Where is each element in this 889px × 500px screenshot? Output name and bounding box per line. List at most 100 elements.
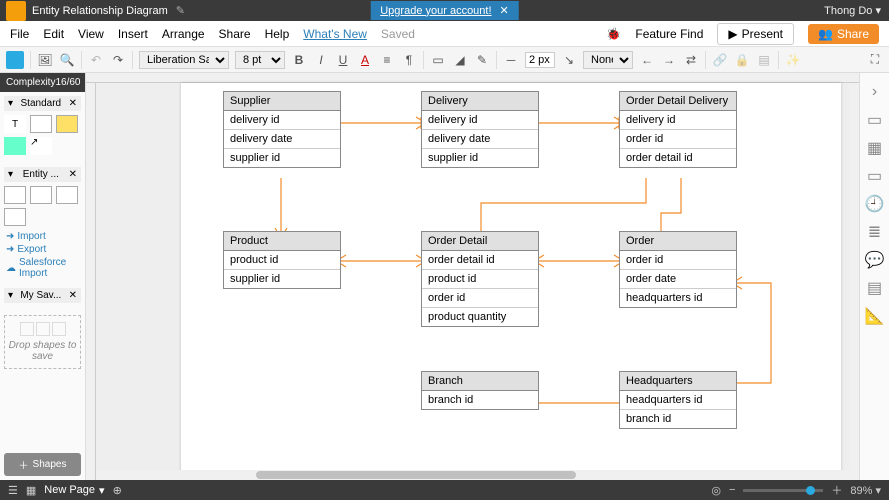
layers-icon[interactable]: ▤ [756,52,772,68]
shape-note[interactable] [30,115,52,133]
upgrade-link[interactable]: Upgrade your account! [380,5,491,17]
close-icon[interactable]: ✕ [69,98,77,109]
entity-order-detail-delivery[interactable]: Order Detail Delivery delivery id order … [619,91,737,168]
scrollbar-vertical[interactable] [849,83,859,470]
line-route-icon[interactable]: ↘ [561,52,577,68]
fill-icon[interactable]: ◢ [452,52,468,68]
menu-view[interactable]: View [78,27,104,41]
entity-product[interactable]: Product product id supplier id [223,231,341,289]
move-tool-icon[interactable] [6,51,24,69]
doc-title[interactable]: Entity Relationship Diagram [32,5,168,17]
entity-row: branch id [422,391,538,409]
export-link[interactable]: ➜ Export [4,243,81,256]
arrow-end-icon[interactable]: → [661,52,677,68]
shape-text[interactable]: T [4,115,26,133]
shapes-button[interactable]: ＋ Shapes [4,453,81,476]
image-icon[interactable]: 🖼 [37,52,53,68]
menu-help[interactable]: Help [265,27,290,41]
rename-icon[interactable]: ✎ [176,4,185,17]
line-style-select[interactable]: None [583,51,633,69]
import-link[interactable]: ➜ Import [4,230,81,243]
target-icon[interactable]: ◎ [711,484,721,497]
shape-entity-1[interactable] [4,186,26,204]
share-button[interactable]: 👥Share [808,24,879,44]
scrollbar-horizontal[interactable] [96,470,859,480]
underline-icon[interactable]: U [335,52,351,68]
highlight-icon[interactable]: ✎ [474,52,490,68]
entity-supplier[interactable]: Supplier delivery id delivery date suppl… [223,91,341,168]
shape-entity-2[interactable] [30,186,52,204]
standard-section-header[interactable]: ▾ Standard ✕ [4,96,81,111]
zoom-out-icon[interactable]: − [729,484,735,496]
menu-insert[interactable]: Insert [118,27,148,41]
presentation-icon[interactable]: ▭ [866,167,884,185]
italic-icon[interactable]: I [313,52,329,68]
shape-dropzone[interactable]: Drop shapes to save [4,315,81,369]
align-icon[interactable]: ≡ [379,52,395,68]
chevron-right-icon[interactable]: › [866,83,884,101]
zoom-slider[interactable] [743,489,823,492]
swap-icon[interactable]: ⇄ [683,52,699,68]
layers-icon[interactable]: ≣ [866,223,884,241]
salesforce-link[interactable]: ☁ Salesforce Import [4,256,81,280]
folder-icon[interactable] [6,1,26,21]
bug-icon[interactable]: 🐞 [606,27,621,41]
comment-icon[interactable]: 💬 [866,251,884,269]
grid-view-icon[interactable]: ▦ [26,484,36,497]
menu-arrange[interactable]: Arrange [162,27,205,41]
entity-delivery[interactable]: Delivery delivery id delivery date suppl… [421,91,539,168]
canvas[interactable]: Supplier delivery id delivery date suppl… [86,73,859,480]
magic-icon[interactable]: ✨ [785,52,801,68]
text-format-icon[interactable]: ¶ [401,52,417,68]
lock-icon[interactable]: 🔒 [734,52,750,68]
data-icon[interactable]: ▤ [866,279,884,297]
entity-section-header[interactable]: ▾ Entity ... ✕ [4,167,81,182]
zoom-in-icon[interactable]: ＋ [831,482,842,498]
entity-order-detail[interactable]: Order Detail order detail id product id … [421,231,539,327]
close-icon[interactable]: ✕ [69,169,77,180]
link-icon[interactable]: 🔗 [712,52,728,68]
zoom-level[interactable]: 89% ▾ [850,484,881,497]
undo-icon[interactable]: ↶ [88,52,104,68]
entity-headquarters[interactable]: Headquarters headquarters id branch id [619,371,737,429]
fullscreen-icon[interactable]: ⛶ [867,52,883,68]
line-icon[interactable]: ─ [503,52,519,68]
shape-sticky[interactable] [56,115,78,133]
bold-icon[interactable]: B [291,52,307,68]
shape-line[interactable]: ↗ [30,137,52,155]
search-icon[interactable]: 🔍 [59,52,75,68]
menu-file[interactable]: File [10,27,29,41]
font-size-select[interactable]: 8 pt [235,51,285,69]
entity-branch[interactable]: Branch branch id [421,371,539,410]
shape-block[interactable] [4,137,26,155]
user-menu[interactable]: Thong Do ▾ [824,4,881,17]
title-bar: Entity Relationship Diagram ✎ Upgrade yo… [0,0,889,21]
page-tab[interactable]: New Page ▾ [44,484,104,497]
arrow-start-icon[interactable]: ← [639,52,655,68]
present-button[interactable]: ▶Present [717,23,794,45]
page[interactable]: Supplier delivery id delivery date suppl… [181,83,841,480]
font-select[interactable]: Liberation Sans [139,51,229,69]
redo-icon[interactable]: ↷ [110,52,126,68]
saved-section-header[interactable]: ▾ My Sav... ✕ [4,288,81,303]
history-icon[interactable]: 🕘 [866,195,884,213]
shape-entity-3[interactable] [56,186,78,204]
entity-order[interactable]: Order order id order date headquarters i… [619,231,737,308]
shapes-panel: Complexity16/60 ▾ Standard ✕ T ↗ ▾ Entit… [0,73,86,480]
close-icon[interactable]: ✕ [69,290,77,301]
page-icon[interactable]: ▭ [866,111,884,129]
feature-find-link[interactable]: Feature Find [635,27,703,41]
shape-entity-4[interactable] [4,208,26,226]
entity-header: Order [620,232,736,251]
border-icon[interactable]: ▭ [430,52,446,68]
measure-icon[interactable]: 📐 [866,307,884,325]
menu-edit[interactable]: Edit [43,27,64,41]
list-view-icon[interactable]: ☰ [8,484,18,497]
whats-new-link[interactable]: What's New [303,27,367,41]
text-color-icon[interactable]: A [357,52,373,68]
line-width-input[interactable] [525,52,555,68]
close-icon[interactable]: ✕ [500,4,509,17]
add-page-icon[interactable]: ⊕ [113,484,122,497]
menu-share[interactable]: Share [219,27,251,41]
grid-icon[interactable]: ▦ [866,139,884,157]
